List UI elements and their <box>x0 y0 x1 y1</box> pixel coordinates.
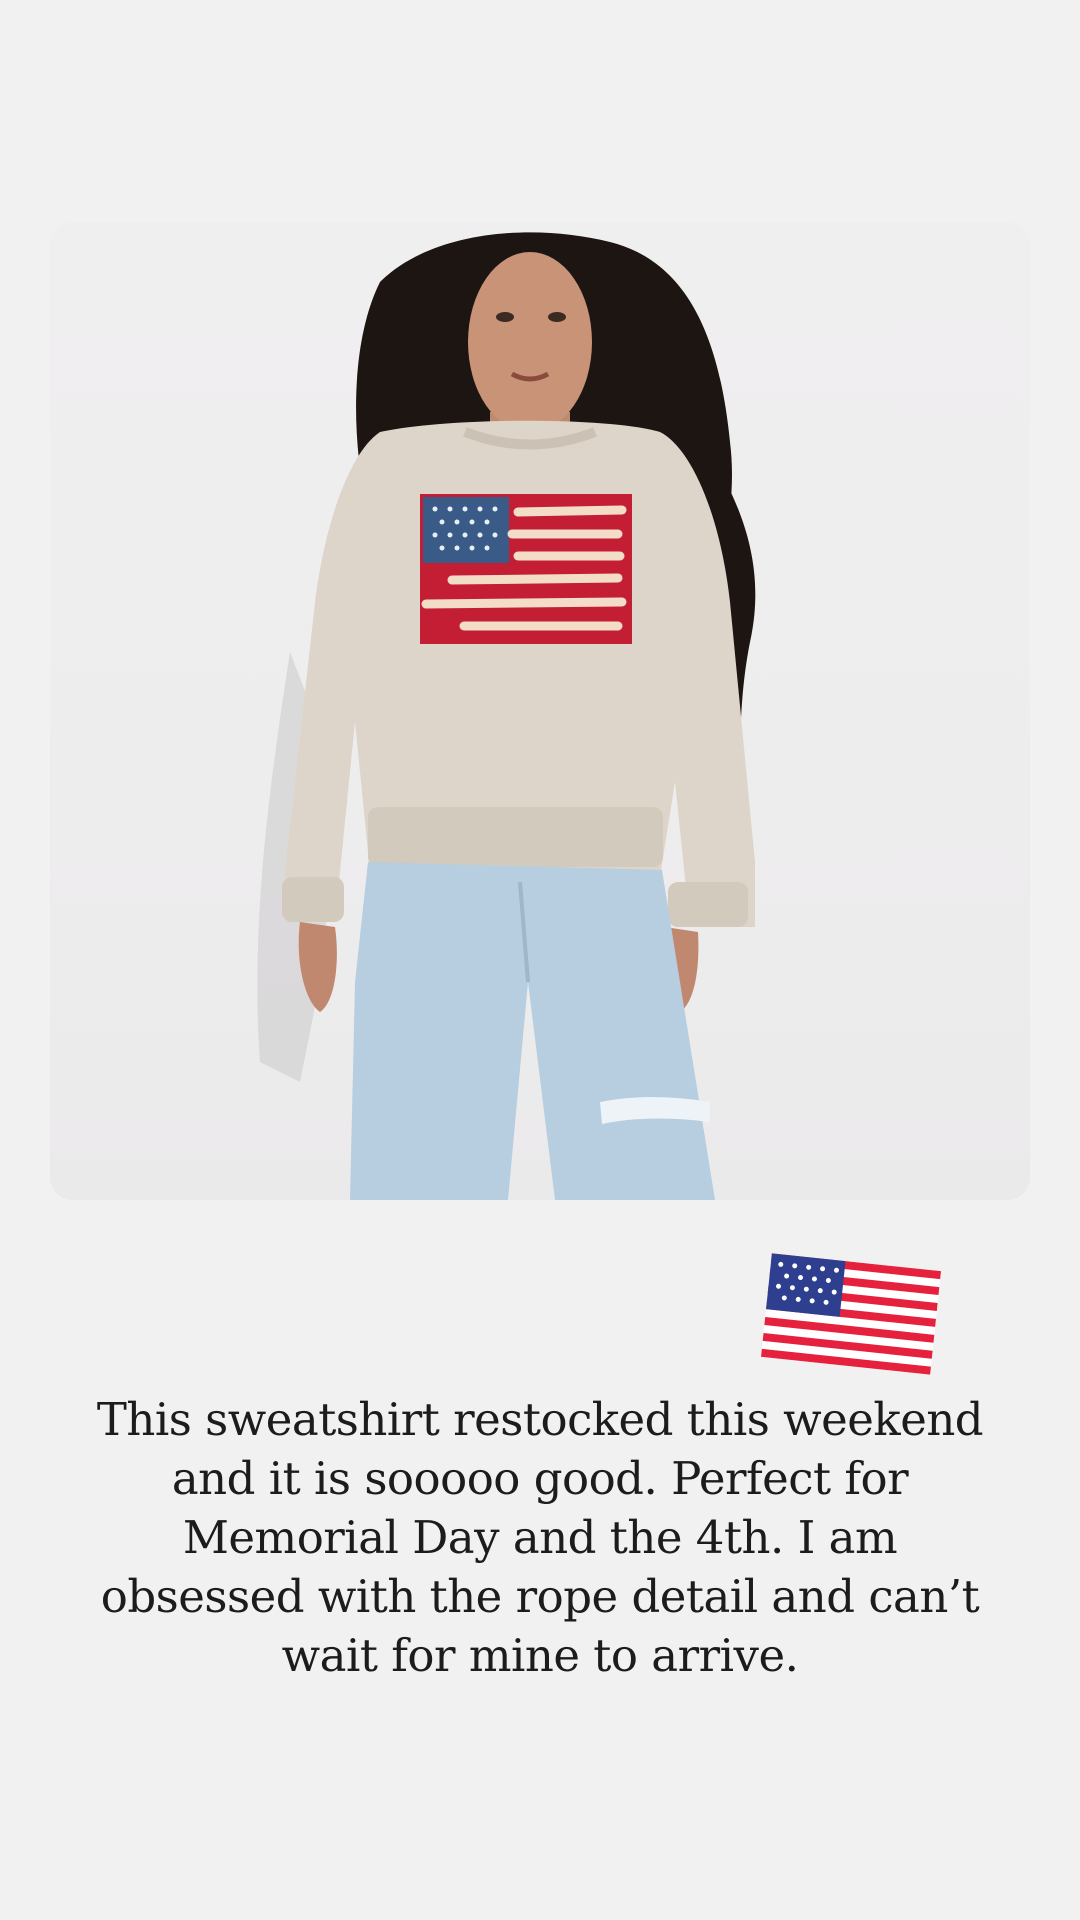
story-caption: This sweatshirt restocked this weekend a… <box>96 1393 984 1682</box>
model-wearing-flag-sweatshirt-photo <box>257 232 756 1200</box>
product-photo <box>50 222 1030 1200</box>
us-flag-emoji-icon <box>758 1248 944 1380</box>
